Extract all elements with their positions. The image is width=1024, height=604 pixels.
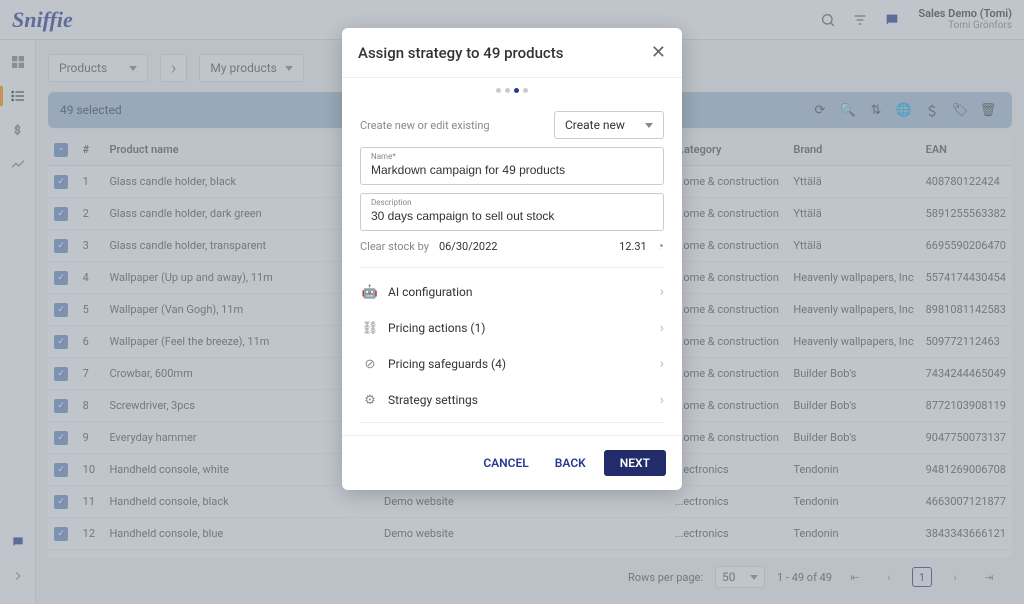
assign-strategy-dialog: Assign strategy to 49 products ✕ Create … — [342, 28, 682, 490]
chevron-right-icon: › — [660, 392, 664, 408]
actions-icon: ⛓ — [360, 321, 380, 336]
gear-icon: ⚙ — [360, 393, 380, 408]
create-new-select[interactable]: Create new — [554, 111, 664, 139]
next-button[interactable]: NEXT — [604, 450, 666, 476]
name-input[interactable] — [371, 161, 653, 177]
clock-icon[interactable] — [657, 239, 664, 253]
chevron-right-icon: › — [660, 284, 664, 300]
cancel-button[interactable]: CANCEL — [475, 450, 536, 476]
step-indicator — [342, 78, 682, 97]
description-field[interactable]: Description — [360, 193, 664, 231]
ai-config-row[interactable]: 🤖 AI configuration › — [360, 274, 664, 310]
description-input[interactable] — [371, 207, 653, 223]
modal-overlay: Assign strategy to 49 products ✕ Create … — [0, 0, 1024, 604]
dialog-title: Assign strategy to 49 products — [358, 44, 651, 62]
chevron-right-icon: › — [660, 356, 664, 372]
pricing-safeguards-row[interactable]: ⊘ Pricing safeguards (4) › — [360, 346, 664, 382]
chevron-right-icon: › — [660, 320, 664, 336]
back-button[interactable]: BACK — [547, 450, 594, 476]
strategy-settings-row[interactable]: ⚙ Strategy settings › — [360, 382, 664, 418]
close-icon[interactable]: ✕ — [651, 42, 666, 63]
name-field[interactable]: Name* — [360, 147, 664, 185]
create-edit-label: Create new or edit existing — [360, 119, 544, 132]
pricing-actions-row[interactable]: ⛓ Pricing actions (1) › — [360, 310, 664, 346]
clear-stock-date[interactable]: 06/30/2022 — [439, 240, 498, 253]
ai-icon: 🤖 — [360, 285, 380, 300]
clear-stock-label: Clear stock by — [360, 240, 429, 253]
safeguards-icon: ⊘ — [360, 357, 380, 372]
clear-stock-time[interactable]: 12.31 — [619, 240, 647, 253]
